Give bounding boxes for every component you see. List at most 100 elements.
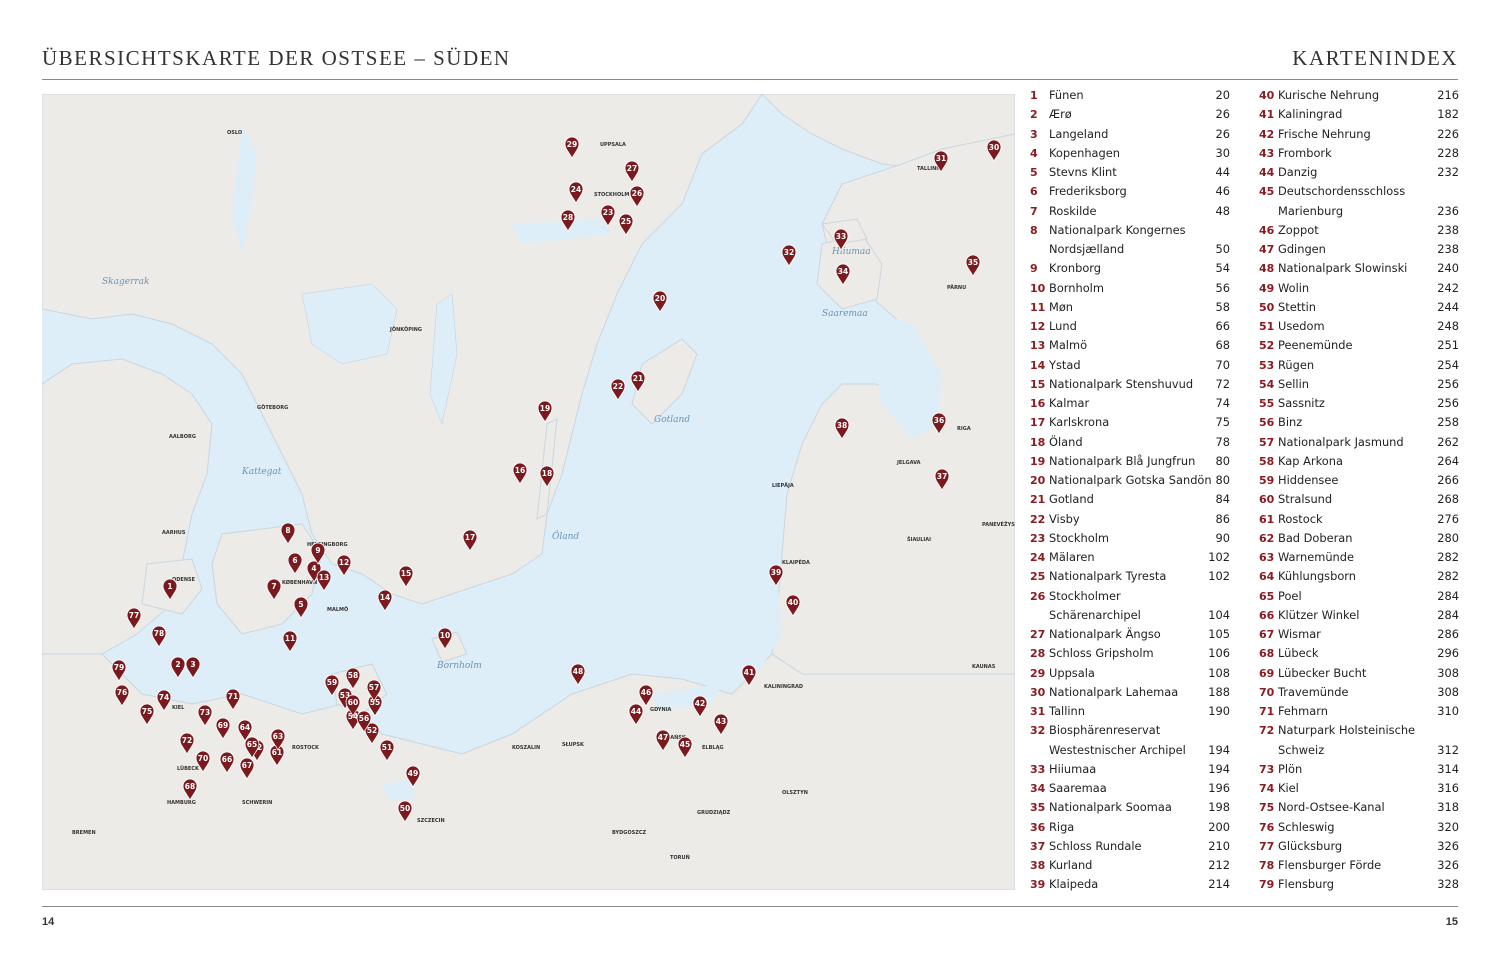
marker-number: 70 bbox=[198, 754, 208, 763]
marker-number: 73 bbox=[200, 708, 210, 717]
marker-number: 19 bbox=[540, 404, 550, 413]
map-city-label: JÖNKÖPING bbox=[389, 326, 422, 333]
index-place-name: Lübeck bbox=[1278, 646, 1319, 661]
index-page-number: 108 bbox=[1208, 665, 1230, 680]
index-row: 70 Travemünde 308 bbox=[1259, 683, 1459, 702]
index-place-name: Bad Doberan bbox=[1278, 530, 1353, 545]
map-city-label: SCHWERIN bbox=[242, 800, 272, 806]
baltic-sea-map[interactable]: Kattegat Skagerrak Gotland Öland Saaremaa Hii… bbox=[42, 94, 1015, 890]
index-row: 8 Nationalpark Kongernes bbox=[1030, 221, 1230, 240]
index-row: 79 Flensburg 328 bbox=[1259, 875, 1459, 894]
index-page-number: 232 bbox=[1437, 165, 1459, 179]
index-number: 2 bbox=[1030, 108, 1038, 122]
marker-number: 15 bbox=[401, 569, 411, 578]
index-number: 47 bbox=[1259, 243, 1275, 256]
index-number: 1 bbox=[1030, 89, 1038, 102]
index-page-number: 48 bbox=[1215, 203, 1231, 218]
marker-number: 27 bbox=[627, 164, 637, 173]
index-number: 37 bbox=[1030, 839, 1046, 853]
marker-number: 29 bbox=[567, 140, 577, 149]
map-region-label: Saaremaa bbox=[822, 309, 868, 319]
index-place-name: Nationalpark Soomaa bbox=[1049, 800, 1172, 815]
index-row: 72 Naturpark Holsteinische bbox=[1259, 721, 1459, 740]
index-row: 52 Peenemünde 251 bbox=[1259, 336, 1459, 355]
index-row: Marienburg 236 bbox=[1259, 202, 1459, 221]
index-page-number: 244 bbox=[1437, 299, 1459, 314]
index-row: 61 Rostock 276 bbox=[1259, 510, 1459, 529]
index-row: 33 Hiiumaa 194 bbox=[1030, 760, 1230, 779]
index-page-number: 310 bbox=[1437, 704, 1459, 718]
index-row: 66 Klützer Winkel 284 bbox=[1259, 606, 1459, 625]
marker-number: 37 bbox=[937, 472, 947, 481]
index-page-number: 102 bbox=[1208, 569, 1230, 584]
index-page-number: 58 bbox=[1215, 299, 1231, 314]
index-number: 10 bbox=[1030, 281, 1046, 295]
index-page-number: 228 bbox=[1437, 145, 1459, 160]
index-row: 57 Nationalpark Jasmund 262 bbox=[1259, 433, 1459, 452]
index-number: 61 bbox=[1259, 512, 1275, 526]
marker-number: 25 bbox=[621, 217, 631, 226]
index-row: 48 Nationalpark Slowinski 240 bbox=[1259, 259, 1459, 278]
marker-number: 67 bbox=[242, 761, 252, 770]
marker-number: 47 bbox=[658, 733, 668, 742]
index-place-name: Kühlungsborn bbox=[1278, 569, 1357, 584]
index-place-name: Zoppot bbox=[1278, 222, 1319, 237]
index-page-number: 68 bbox=[1215, 338, 1231, 353]
index-page-number: 296 bbox=[1437, 646, 1459, 661]
map-city-label: ROSTOCK bbox=[292, 745, 320, 751]
index-place-name: Frombork bbox=[1278, 145, 1332, 160]
index-row: 16 Kalmar 74 bbox=[1030, 394, 1230, 413]
index-place-name: Wolin bbox=[1278, 280, 1310, 295]
index-number: 31 bbox=[1030, 705, 1046, 718]
index-row: 14 Ystad 70 bbox=[1030, 356, 1230, 375]
marker-number: 45 bbox=[680, 740, 690, 749]
page-title-right: KARTENINDEX bbox=[1292, 46, 1458, 70]
index-page-number: 30 bbox=[1215, 145, 1231, 160]
index-row: 74 Kiel 316 bbox=[1259, 779, 1459, 798]
index-number: 25 bbox=[1030, 570, 1046, 584]
index-page-number: 80 bbox=[1215, 453, 1231, 468]
index-number: 5 bbox=[1030, 166, 1038, 179]
index-number: 30 bbox=[1030, 685, 1046, 699]
index-row: 59 Hiddensee 266 bbox=[1259, 471, 1459, 490]
index-place-name: Usedom bbox=[1278, 319, 1325, 333]
index-place-name: Møn bbox=[1049, 299, 1074, 314]
index-page-number: 26 bbox=[1215, 126, 1231, 141]
index-page-number: 226 bbox=[1437, 126, 1459, 141]
index-place-name: Kaliningrad bbox=[1278, 107, 1343, 122]
index-place-name: Poel bbox=[1278, 588, 1302, 603]
marker-number: 6 bbox=[292, 556, 297, 565]
index-row: 65 Poel 284 bbox=[1259, 587, 1459, 606]
index-number: 39 bbox=[1030, 878, 1046, 892]
index-page-number: 72 bbox=[1215, 376, 1231, 391]
map-canvas: Kattegat Skagerrak Gotland Öland Saaremaa Hii… bbox=[42, 94, 1015, 890]
index-number: 16 bbox=[1030, 397, 1046, 410]
index-place-name: Marienburg bbox=[1278, 203, 1344, 218]
index-place-name: Stralsund bbox=[1278, 492, 1333, 507]
index-number: 52 bbox=[1259, 339, 1275, 353]
marker-number: 41 bbox=[744, 668, 754, 677]
marker-number: 33 bbox=[836, 232, 846, 241]
index-number: 68 bbox=[1259, 647, 1275, 661]
marker-number: 10 bbox=[440, 631, 450, 640]
map-city-label: AALBORG bbox=[169, 434, 196, 440]
index-row: 20 Nationalpark Gotska Sandön 80 bbox=[1030, 471, 1230, 490]
index-row: 34 Saaremaa 196 bbox=[1030, 779, 1230, 798]
index-page-number: 56 bbox=[1215, 280, 1231, 295]
marker-number: 46 bbox=[641, 688, 651, 697]
index-number: 40 bbox=[1259, 89, 1275, 102]
index-row: 42 Frische Nehrung 226 bbox=[1259, 125, 1459, 144]
marker-number: 7 bbox=[271, 582, 276, 591]
index-number: 57 bbox=[1259, 435, 1275, 449]
index-number: 4 bbox=[1030, 146, 1038, 160]
index-row: 21 Gotland 84 bbox=[1030, 490, 1230, 509]
index-number: 44 bbox=[1259, 166, 1275, 179]
index-number: 32 bbox=[1030, 724, 1046, 738]
index-row: 68 Lübeck 296 bbox=[1259, 644, 1459, 663]
index-place-name: Stockholmer bbox=[1049, 588, 1121, 603]
index-row: 12 Lund 66 bbox=[1030, 317, 1230, 336]
index-page-number: 86 bbox=[1215, 511, 1231, 526]
index-row: 73 Plön 314 bbox=[1259, 760, 1459, 779]
index-place-name: Nationalpark Lahemaa bbox=[1049, 684, 1179, 699]
marker-number: 23 bbox=[603, 208, 613, 217]
